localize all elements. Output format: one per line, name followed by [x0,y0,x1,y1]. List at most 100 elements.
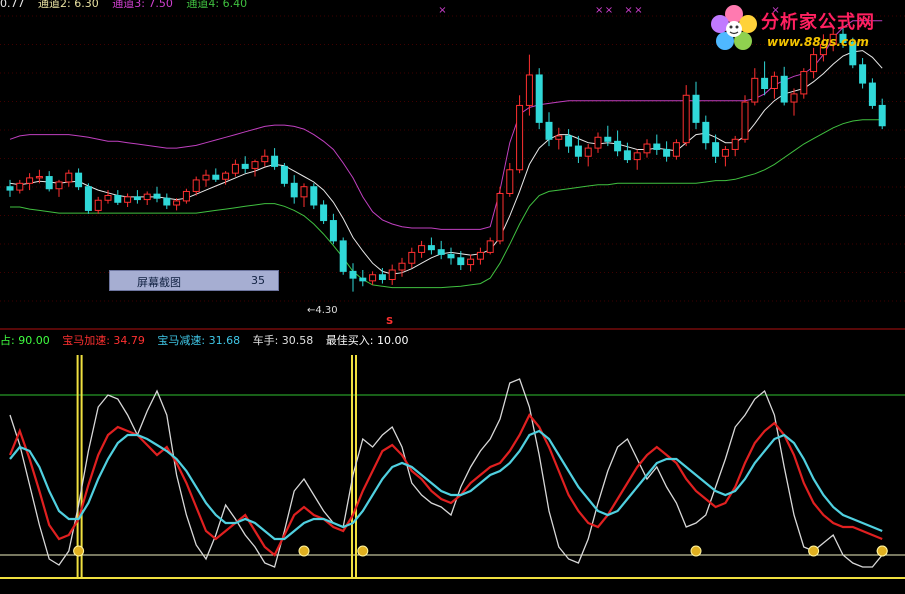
candle-body [182,190,190,202]
screenshot-tooltip: 屏幕截图 35 [109,270,279,291]
candle-body [594,136,602,149]
candle-body [623,150,631,161]
candle-body [614,140,622,152]
candle-body [104,195,112,201]
candle-body [486,240,494,253]
candle-body [457,257,465,266]
logo-title: 分析家公式网 [761,12,875,33]
signal-mark: S [386,316,394,327]
candle-body [741,101,749,140]
indicator-legend-item-1: 宝马加速: 34.79 [62,334,145,347]
candle-body [202,174,210,181]
candle-body [94,199,102,211]
candle-body [751,77,759,103]
buy-marker-coin [298,545,310,557]
candle-body [388,269,396,280]
candle-body [496,192,504,242]
candle-body [222,172,230,180]
candle-body [418,245,426,253]
price-legend-item-1: 通道2: 6.30 [38,0,99,10]
candle-body [55,181,63,190]
candle-body [868,82,876,106]
candle-body [378,274,386,280]
price-legend-item-0: 0.77 [0,0,25,10]
candle-body [45,176,53,190]
candle-body [271,155,279,167]
sell-marker: × [634,5,642,16]
candle-body [545,121,553,140]
candle-body [65,172,73,183]
low-price-value: 4.30 [315,305,338,316]
candle-body [692,94,700,123]
candle-body [153,193,161,199]
candle-body [525,74,533,106]
candle-body [672,142,680,157]
buy-marker-coin [808,545,820,557]
indicator-legend-item-2: 宝马减速: 31.68 [157,334,241,347]
candle-body [35,176,43,179]
candle-body [476,251,484,260]
candle-body [241,163,249,169]
candle-body [261,155,269,163]
candle-body [555,135,563,140]
candle-body [143,193,151,201]
candle-body [584,147,592,157]
candle-body [75,172,83,188]
candle-body [6,186,14,191]
candle-body [398,262,406,271]
candle-body [133,196,141,201]
candle-body [506,169,514,194]
indicator-legend-item-4: 最佳买入: 10.00 [325,334,409,347]
candle-body [84,186,92,211]
series-line-driver [9,378,883,568]
candle-body [535,74,543,123]
candle-body [437,249,445,255]
candle-body [761,77,769,90]
candle-body [731,138,739,150]
candle-body [329,220,337,242]
low-price-label: ←4.30 [307,305,338,316]
series-line-decel [9,429,883,541]
candle-body [653,143,661,150]
candle-body [231,163,239,174]
sell-marker: × [605,5,613,16]
candle-body [633,152,641,161]
buy-marker-coin [73,545,85,557]
sell-marker: × [438,5,446,16]
candle-body [878,104,886,127]
candle-body [310,186,318,206]
candle-body [702,121,710,144]
candle-body [770,75,778,89]
candle-body [604,136,612,142]
candle-body [163,197,171,206]
candle-body [26,177,34,184]
indicator-legend: 占: 90.00 宝马加速: 34.79 宝马减速: 31.68 车手: 30.… [0,332,418,348]
candle-body [251,161,259,169]
candle-body [721,148,729,157]
tooltip-label: 屏幕截图 [137,276,181,289]
flower-logo-icon [711,5,757,50]
candle-body [447,253,455,259]
candle-body [124,196,132,203]
price-legend-item-3: 通道4: 6.40 [186,0,248,10]
buy-marker-coin [690,545,702,557]
candle-body [300,186,308,198]
candle-body [408,251,416,264]
candle-body [565,135,573,147]
buy-marker-coin [357,545,369,557]
candle-body [114,195,122,203]
buy-marker-coin [876,545,888,557]
candle-body [516,104,524,171]
candle-body [173,200,181,206]
candle-body [790,93,798,103]
candle-body [290,182,298,198]
sell-marker: × [595,5,603,16]
sell-marker: × [624,5,632,16]
indicator-legend-item-3: 车手: 30.58 [252,334,314,347]
tooltip-value: 35 [251,274,265,287]
chart-canvas[interactable]: ××××××××× [0,0,905,594]
price-legend: 0.77 通道2: 6.30 通道3: 7.50 通道4: 6.40 [0,0,257,11]
candle-body [280,165,288,184]
indicator-legend-item-0: 占: 90.00 [0,334,50,347]
candle-body [663,148,671,157]
